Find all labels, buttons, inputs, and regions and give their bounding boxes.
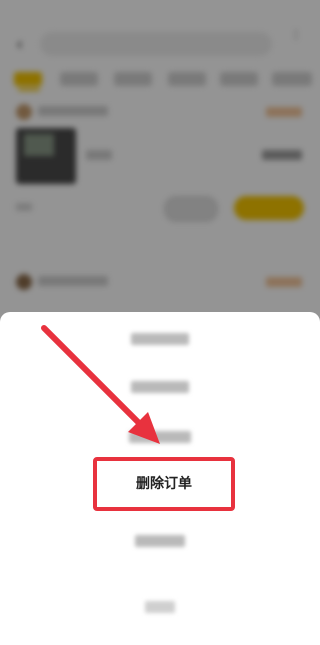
sheet-item-1[interactable] bbox=[0, 320, 320, 360]
delete-order-highlight: 删除订单 bbox=[93, 457, 235, 511]
sheet-item-label bbox=[129, 431, 191, 443]
sheet-item-5[interactable] bbox=[0, 522, 320, 562]
sheet-item-label bbox=[131, 381, 189, 393]
action-sheet: 删除订单 bbox=[0, 312, 320, 645]
sheet-item-label bbox=[135, 535, 185, 547]
cancel-label bbox=[145, 601, 175, 613]
cancel-button[interactable] bbox=[0, 588, 320, 628]
sheet-item-2[interactable] bbox=[0, 368, 320, 408]
delete-order-button[interactable]: 删除订单 bbox=[97, 461, 231, 507]
sheet-item-3[interactable] bbox=[0, 418, 320, 458]
sheet-item-label bbox=[131, 333, 189, 345]
